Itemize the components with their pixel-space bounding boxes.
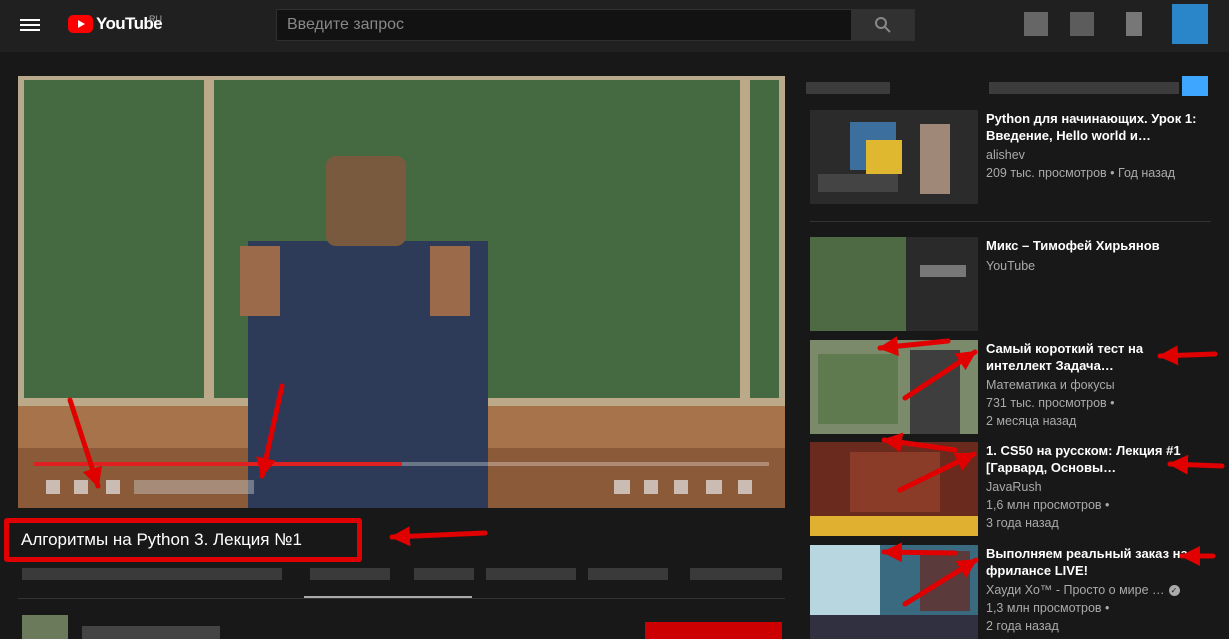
search-input[interactable]: [277, 10, 851, 40]
avatar[interactable]: [1172, 4, 1208, 44]
thumb-person: [920, 124, 950, 194]
mix-thumbnail[interactable]: [810, 237, 978, 331]
play-logo-icon: [68, 15, 93, 33]
miniplayer-button[interactable]: [674, 480, 688, 494]
view-count: [22, 568, 282, 580]
create-video-icon[interactable]: [1024, 12, 1048, 36]
recommendation-item[interactable]: Самый короткий тест на интеллект Задача……: [810, 340, 1210, 434]
verified-check-icon: ✓: [1168, 585, 1180, 597]
player-controls: [34, 480, 769, 498]
menu-icon[interactable]: [20, 16, 42, 34]
like-button[interactable]: [310, 568, 390, 580]
search-button[interactable]: [851, 9, 915, 41]
notifications-icon[interactable]: [1126, 12, 1142, 36]
recommendation-stats: 209 тыс. просмотров • Год назад: [986, 166, 1176, 180]
annotation-arrow: [389, 526, 488, 547]
autoplay-toggle[interactable]: [1182, 76, 1208, 96]
save-button[interactable]: [588, 568, 668, 580]
video-frame-head: [326, 156, 406, 246]
mix-channel[interactable]: YouTube: [986, 257, 1211, 275]
recommendation-info: Самый короткий тест на интеллект Задача……: [986, 340, 1211, 430]
video-thumbnail[interactable]: [810, 340, 978, 434]
recommendation-info: Python для начинающих. Урок 1: Введение,…: [986, 110, 1211, 182]
share-button[interactable]: [486, 568, 576, 580]
top-bar: YouTube RU: [0, 0, 1229, 52]
recommendation-channel[interactable]: JavaRush: [986, 478, 1211, 496]
time-display: [134, 480, 254, 494]
recommendation-age: 2 месяца назад: [986, 414, 1077, 428]
thumb-python-logo-yellow: [866, 140, 902, 174]
thumb-caption: [818, 174, 898, 192]
channel-name[interactable]: [82, 626, 220, 639]
video-thumbnail[interactable]: [810, 442, 978, 536]
recommendation-title[interactable]: Самый короткий тест на интеллект Задача…: [986, 340, 1211, 374]
thumb-person: [920, 551, 970, 611]
youtube-logo[interactable]: YouTube: [68, 14, 163, 34]
progress-bar-fill: [34, 462, 402, 466]
recommendation-views: 1,3 млн просмотров •: [986, 601, 1110, 615]
recommendation-age: 3 года назад: [986, 516, 1059, 530]
recommendation-title[interactable]: 1. CS50 на русском: Лекция #1 [Гарвард, …: [986, 442, 1211, 476]
divider: [18, 598, 785, 599]
recommendation-title[interactable]: Python для начинающих. Урок 1: Введение,…: [986, 110, 1211, 144]
subtitles-button[interactable]: [614, 480, 630, 494]
video-frame-line: [204, 76, 214, 416]
video-title: Алгоритмы на Python 3. Лекция №1: [21, 530, 302, 549]
recommendation-views: 731 тыс. просмотров •: [986, 396, 1115, 410]
search-box: [276, 9, 852, 41]
recommendation-channel-row[interactable]: Хауди Хо™ - Просто о мире … ✓: [986, 581, 1211, 599]
channel-avatar[interactable]: [22, 615, 68, 639]
video-thumbnail[interactable]: [810, 545, 978, 639]
thumb-caption-bar: [810, 516, 978, 536]
recommendation-age: 2 года назад: [986, 619, 1059, 633]
thumb-person: [910, 350, 960, 434]
recommendation-item[interactable]: 1. CS50 на русском: Лекция #1 [Гарвард, …: [810, 442, 1210, 536]
autoplay-label: [989, 82, 1179, 94]
mix-info: Микс – Тимофей Хирьянов YouTube: [986, 237, 1211, 275]
mix-title[interactable]: Микс – Тимофей Хирьянов: [986, 237, 1211, 254]
theater-button[interactable]: [706, 480, 722, 494]
dislike-button[interactable]: [414, 568, 474, 580]
play-button[interactable]: [46, 480, 60, 494]
video-frame-arm: [430, 246, 470, 316]
thumb-crowd: [850, 452, 940, 512]
recommendation-item[interactable]: Python для начинающих. Урок 1: Введение,…: [810, 110, 1210, 204]
fullscreen-button[interactable]: [738, 480, 752, 494]
video-player[interactable]: [18, 76, 785, 508]
settings-button[interactable]: [644, 480, 658, 494]
apps-icon[interactable]: [1070, 12, 1094, 36]
video-frame-line: [740, 76, 750, 416]
recommendation-views: 1,6 млн просмотров •: [986, 498, 1110, 512]
thumb-board: [818, 354, 898, 424]
subscribe-button[interactable]: [645, 622, 782, 639]
mix-playlist-icon: [920, 265, 966, 277]
more-actions-button[interactable]: [690, 568, 782, 580]
thumb-bottom: [810, 615, 978, 639]
video-frame-arm: [240, 246, 280, 316]
recommendation-channel[interactable]: Математика и фокусы: [986, 376, 1211, 394]
up-next-label: [806, 82, 890, 94]
mix-playlist-overlay: [906, 237, 978, 331]
mix-item[interactable]: Микс – Тимофей Хирьянов YouTube: [810, 237, 1210, 331]
video-thumbnail[interactable]: [810, 110, 978, 204]
recommendation-title[interactable]: Выполняем реальный заказ на фрилансе LIV…: [986, 545, 1211, 579]
region-label: RU: [149, 14, 162, 24]
recommendation-info: 1. CS50 на русском: Лекция #1 [Гарвард, …: [986, 442, 1211, 532]
video-title-highlight: Алгоритмы на Python 3. Лекция №1: [4, 518, 362, 562]
recommendation-info: Выполняем реальный заказ на фрилансе LIV…: [986, 545, 1211, 635]
next-button[interactable]: [74, 480, 88, 494]
search-icon: [875, 17, 891, 33]
progress-bar[interactable]: [34, 462, 769, 466]
recommendation-channel[interactable]: alishev: [986, 146, 1211, 164]
recommendation-item[interactable]: Выполняем реальный заказ на фрилансе LIV…: [810, 545, 1210, 639]
recommendation-channel[interactable]: Хауди Хо™ - Просто о мире …: [986, 583, 1165, 597]
divider: [810, 221, 1211, 222]
volume-button[interactable]: [106, 480, 120, 494]
